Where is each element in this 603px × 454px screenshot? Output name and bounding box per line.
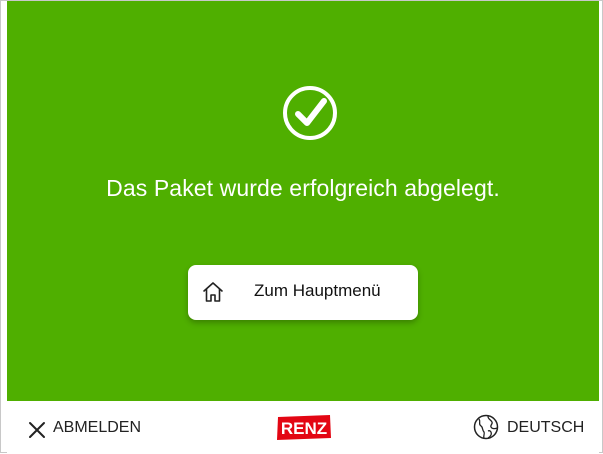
success-message: Das Paket wurde erfolgreich abgelegt. [106, 175, 500, 201]
check-circle-icon [283, 86, 337, 140]
success-panel: Das Paket wurde erfolgreich abgelegt. Zu… [7, 1, 599, 401]
main-menu-button-label: Zum Hauptmenü [254, 281, 381, 300]
language-label: DEUTSCH [507, 419, 585, 436]
home-icon [203, 282, 223, 302]
close-icon [29, 422, 45, 438]
svg-text:RENZ: RENZ [281, 419, 327, 438]
renz-logo: RENZ [277, 415, 331, 440]
footer-bar: ABMELDEN RENZ DEUTSCH [7, 401, 599, 454]
main-menu-button[interactable]: Zum Hauptmenü [188, 265, 418, 320]
globe-icon [473, 414, 499, 440]
app-screen: Das Paket wurde erfolgreich abgelegt. Zu… [0, 0, 603, 454]
logout-label: ABMELDEN [53, 419, 142, 436]
